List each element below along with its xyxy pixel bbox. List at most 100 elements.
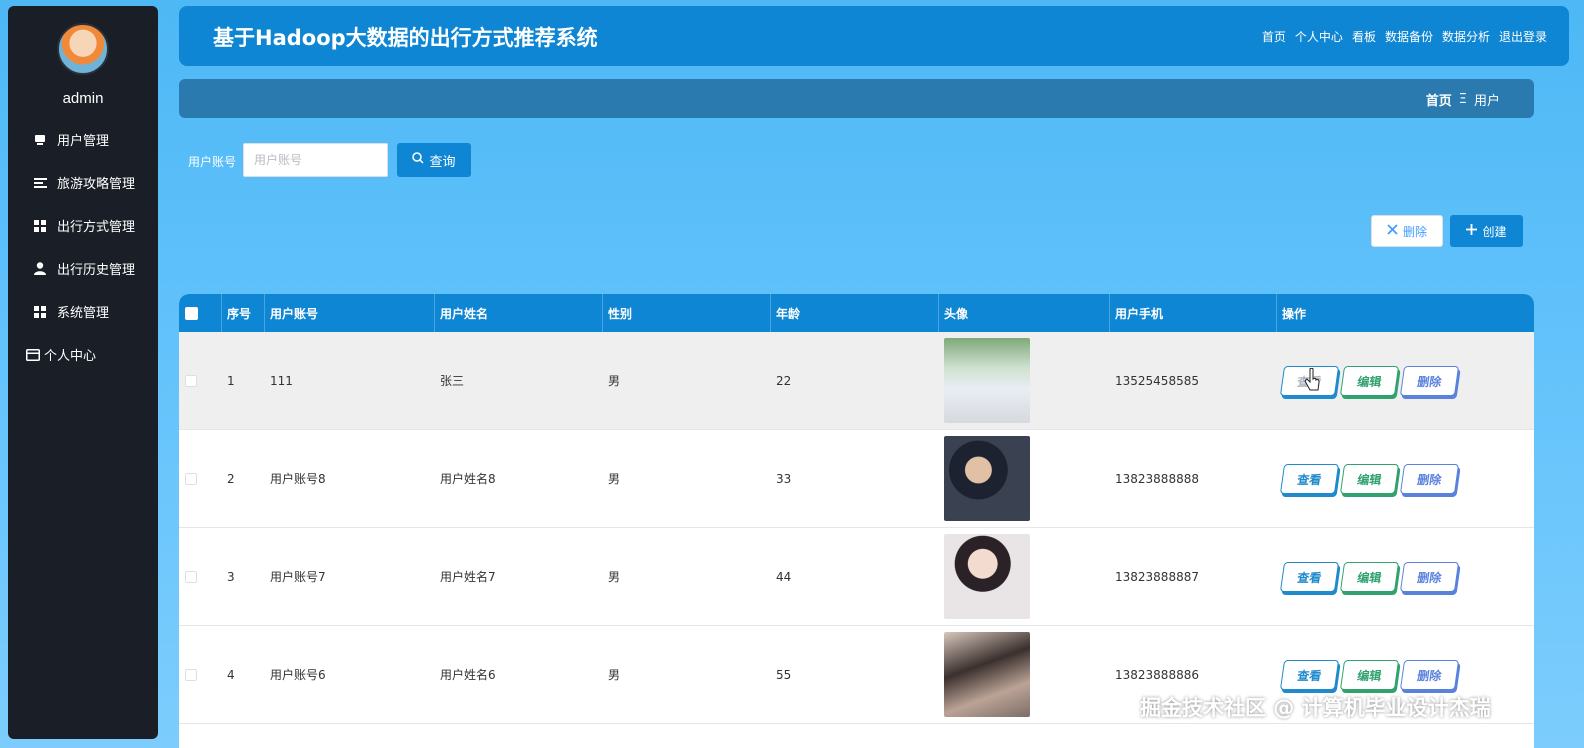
row-account: 用户账号7	[270, 570, 326, 584]
view-button[interactable]: 查看	[1279, 463, 1340, 494]
column-header: 操作	[1282, 306, 1307, 321]
create-label: 创建	[1482, 224, 1507, 239]
row-checkbox[interactable]	[185, 668, 197, 681]
sidebar-item-travel-history[interactable]: 出行历史管理	[8, 247, 158, 290]
sidebar-item-label: 出行历史管理	[57, 263, 136, 278]
table-row: 2 用户账号8 用户姓名8 男 33 13823888888 查看 编辑 删除	[179, 430, 1534, 528]
select-all-cell	[179, 294, 222, 332]
breadcrumb-current: 用户	[1473, 94, 1500, 109]
row-age: 33	[776, 471, 792, 486]
row-index: 4	[227, 667, 235, 682]
mouse-cursor-icon	[1304, 367, 1320, 396]
nav-logout[interactable]: 退出登录	[1499, 28, 1547, 45]
row-account: 111	[270, 373, 293, 388]
row-phone: 13525458585	[1115, 373, 1199, 388]
edit-button[interactable]: 编辑	[1339, 463, 1400, 494]
row-checkbox[interactable]	[185, 570, 197, 583]
view-button[interactable]: 查看	[1279, 561, 1340, 592]
row-account: 用户账号6	[270, 668, 326, 682]
search-label: 用户账号	[188, 155, 237, 169]
row-name: 用户姓名8	[440, 472, 496, 486]
column-header: 头像	[939, 294, 1110, 332]
user-table: 序号 用户账号 用户姓名 性别 年龄 头像 用户手机 操作 1 111 张三 男…	[179, 294, 1534, 748]
column-header: 用户手机	[1110, 294, 1277, 332]
search-input[interactable]	[243, 143, 388, 177]
column-header: 用户账号	[265, 294, 435, 332]
row-gender: 男	[608, 570, 621, 584]
sidebar-item-label: 旅游攻略管理	[57, 177, 136, 192]
sidebar-item-system[interactable]: 系统管理	[8, 290, 158, 333]
close-icon	[1387, 224, 1398, 238]
view-button[interactable]: 查看	[1279, 659, 1340, 690]
row-gender: 男	[608, 472, 621, 486]
delete-button[interactable]: 删除	[1399, 463, 1460, 494]
row-phone: 13823888887	[1115, 569, 1199, 584]
edit-button[interactable]: 编辑	[1339, 365, 1400, 396]
row-name: 用户姓名6	[440, 668, 496, 682]
breadcrumb-separator: Ξ	[1458, 92, 1467, 107]
table-row: 3 用户账号7 用户姓名7 男 44 13823888887 查看 编辑 删除	[179, 528, 1534, 626]
query-button-label: 查询	[429, 154, 456, 170]
top-header: 基于Hadoop大数据的出行方式推荐系统 首页 个人中心 看板 数据备份 数据分…	[179, 6, 1569, 66]
breadcrumb: 首页 Ξ 用户	[1426, 90, 1500, 109]
plus-icon	[1466, 224, 1478, 238]
user-management-icon	[33, 133, 47, 147]
nav-data-backup[interactable]: 数据备份	[1385, 28, 1433, 45]
avatar[interactable]	[57, 23, 109, 75]
search-icon	[412, 152, 425, 168]
sidebar-item-label: 系统管理	[57, 306, 110, 321]
row-age: 55	[776, 667, 792, 682]
sidebar: admin 用户管理 旅游攻略管理 出行方式管理 出行历史管理 系统管理 个人中…	[8, 6, 158, 739]
row-index: 2	[227, 471, 235, 486]
grid-icon	[33, 219, 47, 233]
row-phone: 13823888888	[1115, 471, 1199, 486]
row-index: 1	[227, 373, 235, 388]
table-header: 序号 用户账号 用户姓名 性别 年龄 头像 用户手机 操作	[179, 294, 1534, 332]
column-header: 年龄	[771, 294, 939, 332]
sidebar-item-travel-mode[interactable]: 出行方式管理	[8, 204, 158, 247]
nav-personal-center[interactable]: 个人中心	[1295, 28, 1343, 45]
top-nav: 首页 个人中心 看板 数据备份 数据分析 退出登录	[1262, 28, 1547, 45]
edit-button[interactable]: 编辑	[1339, 659, 1400, 690]
row-name: 用户姓名7	[440, 570, 496, 584]
sidebar-item-user-management[interactable]: 用户管理	[8, 118, 158, 161]
breadcrumb-home[interactable]: 首页	[1426, 90, 1452, 109]
sidebar-item-personal-center[interactable]: 个人中心	[8, 333, 158, 376]
row-index: 3	[227, 569, 235, 584]
avatar-photo[interactable]	[944, 632, 1030, 717]
avatar-photo[interactable]	[944, 436, 1030, 521]
nav-dashboard[interactable]: 看板	[1352, 28, 1376, 45]
avatar-photo[interactable]	[944, 338, 1030, 423]
column-header: 性别	[603, 294, 771, 332]
row-gender: 男	[608, 668, 621, 682]
row-account: 用户账号8	[270, 472, 326, 486]
nav-home[interactable]: 首页	[1262, 28, 1286, 45]
row-gender: 男	[608, 374, 621, 388]
avatar-photo[interactable]	[944, 534, 1030, 619]
sidebar-item-label: 用户管理	[57, 134, 110, 149]
sidebar-item-travel-guide[interactable]: 旅游攻略管理	[8, 161, 158, 204]
create-button[interactable]: 创建	[1450, 215, 1523, 247]
row-checkbox[interactable]	[185, 374, 197, 387]
delete-button[interactable]: 删除	[1399, 659, 1460, 690]
batch-delete-button[interactable]: 删除	[1371, 215, 1443, 247]
row-age: 44	[776, 569, 792, 584]
sidebar-item-label: 出行方式管理	[57, 220, 136, 235]
query-button[interactable]: 查询	[397, 143, 471, 177]
nav-data-analysis[interactable]: 数据分析	[1442, 28, 1490, 45]
delete-button[interactable]: 删除	[1399, 561, 1460, 592]
row-age: 22	[776, 373, 792, 388]
edit-button[interactable]: 编辑	[1339, 561, 1400, 592]
select-all-checkbox[interactable]	[185, 306, 198, 320]
row-name: 张三	[440, 374, 465, 388]
delete-button[interactable]: 删除	[1399, 365, 1460, 396]
person-icon	[33, 262, 47, 276]
row-checkbox[interactable]	[185, 472, 197, 485]
column-header: 序号	[222, 294, 265, 332]
batch-delete-label: 删除	[1402, 224, 1427, 239]
breadcrumb-bar: 首页 Ξ 用户	[179, 79, 1534, 118]
app-title: 基于Hadoop大数据的出行方式推荐系统	[213, 26, 598, 50]
sidebar-menu: 用户管理 旅游攻略管理 出行方式管理 出行历史管理 系统管理 个人中心	[8, 118, 158, 376]
column-header: 用户姓名	[435, 294, 603, 332]
username: admin	[62, 90, 104, 107]
